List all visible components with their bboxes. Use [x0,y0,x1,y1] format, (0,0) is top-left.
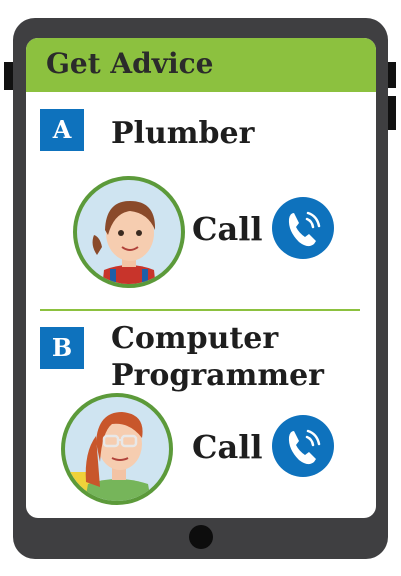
contact-divider [40,309,360,311]
contact-b-badge: B [40,327,84,369]
contact-b-call-label: Call [192,428,263,466]
contact-a-badge: A [40,109,84,151]
contact-b-call-button[interactable] [272,415,334,477]
contact-b-name-line2: Programmer [111,358,324,393]
woman-glasses-avatar-icon [61,393,173,505]
contact-b-name-line1: Computer [111,321,279,356]
app-header: Get Advice [26,38,376,92]
phone-call-icon [288,429,321,465]
home-button[interactable] [189,525,213,549]
page-title: Get Advice [46,47,214,80]
contact-a-call-label: Call [192,210,263,248]
phone-call-icon [288,211,321,247]
contact-a-call-button[interactable] [272,197,334,259]
contact-a-name: Plumber [111,116,255,151]
woman-ponytail-avatar-icon [73,176,185,288]
